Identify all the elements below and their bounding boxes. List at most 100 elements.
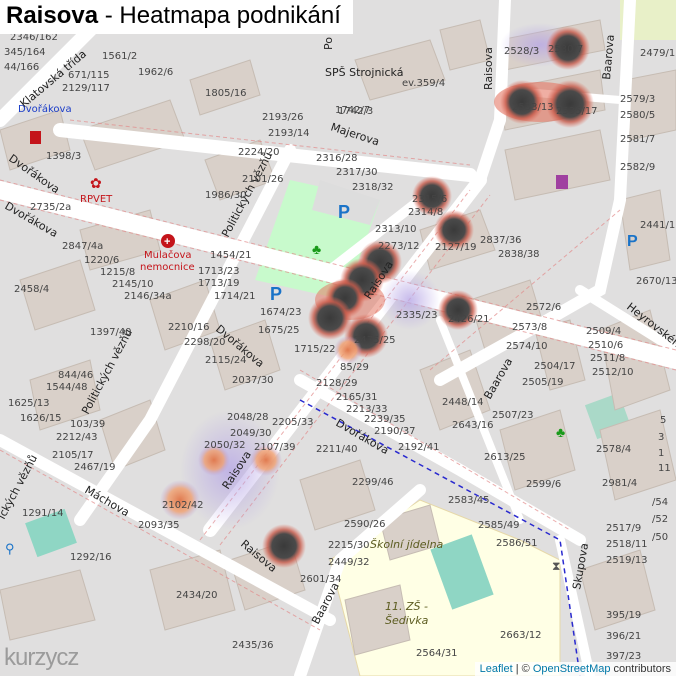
house-number: 2517/9	[606, 523, 641, 534]
house-number: 1291/14	[22, 508, 64, 519]
house-number: 2102/42	[162, 500, 204, 511]
house-number: 2735/2a	[30, 202, 71, 213]
veterinary-icon[interactable]: ✿	[90, 175, 102, 191]
house-number: 1215/8	[100, 267, 135, 278]
house-number: 2146/34a	[124, 291, 172, 302]
house-number: 3	[658, 432, 664, 443]
house-number: 2190/37	[374, 426, 416, 437]
house-number: 2115/24	[205, 355, 247, 366]
logo-text: kurzy	[4, 644, 57, 671]
house-number: 397/23	[606, 651, 641, 662]
house-number: 2145/10	[112, 279, 154, 290]
house-number: 2586/51	[496, 538, 538, 549]
house-number: 2837/36	[480, 235, 522, 246]
house-number: 2475/25	[354, 335, 396, 346]
house-number: 2509/4	[586, 326, 621, 337]
house-number: 2313/10	[375, 224, 417, 235]
house-number: 2518/11	[606, 539, 648, 550]
page-title: Raisova - Heatmapa podnikání	[0, 0, 353, 34]
house-number: 2165/31	[336, 392, 378, 403]
map-attribution: Leaflet | © OpenStreetMap contributors	[474, 662, 676, 676]
house-number: 2315/6	[412, 194, 447, 205]
house-number: 2441/11	[640, 220, 676, 231]
parking-icon[interactable]: P	[338, 202, 350, 222]
house-number: 2299/46	[352, 477, 394, 488]
house-number: 2050/32	[204, 440, 246, 451]
hospital-cross: +	[164, 236, 170, 248]
osm-link[interactable]: OpenStreetMap	[533, 663, 611, 675]
leaflet-link[interactable]: Leaflet	[480, 663, 513, 675]
house-number: 2599/6	[526, 479, 561, 490]
house-number: 2105/17	[52, 450, 94, 461]
house-number: 2981/4	[602, 478, 637, 489]
house-number: 1626/15	[20, 413, 62, 424]
hourglass-icon: ⧗	[552, 559, 560, 573]
house-number: 2505/19	[522, 377, 564, 388]
house-number: 2510/6	[588, 340, 623, 351]
logo-cz: cz	[56, 644, 79, 671]
house-number: 2467/19	[74, 462, 116, 473]
house-number: 1561/2	[102, 51, 137, 62]
house-number: 2434/20	[176, 590, 218, 601]
shop-icon[interactable]	[556, 175, 568, 189]
house-number: /54	[652, 497, 668, 508]
house-number: /50	[652, 532, 668, 543]
street-po: Po	[322, 37, 335, 50]
kurzy-logo[interactable]: kurzycz	[4, 644, 79, 672]
house-number: 2663/12	[500, 630, 542, 641]
house-number: 345/164	[4, 47, 46, 58]
house-number: 2210/16	[168, 322, 210, 333]
house-number: 1715/22	[294, 344, 336, 355]
house-number: 2564/31	[416, 648, 458, 659]
house-number: 2049/30	[230, 428, 272, 439]
house-number: 2317/30	[336, 167, 378, 178]
place-zs-1: 11. ZŠ -	[385, 600, 428, 613]
pharmacy-icon[interactable]	[30, 131, 41, 144]
house-number: /52	[652, 514, 668, 525]
bicycle-icon: ⚲	[5, 541, 15, 556]
place-nemocnice-2: nemocnice	[140, 262, 195, 273]
house-number: 2449/32	[328, 557, 370, 568]
playground-icon: ♣	[556, 424, 565, 440]
house-number: 1962/6	[138, 67, 173, 78]
house-number: 2335/23	[396, 310, 438, 321]
house-number: 395/19	[606, 610, 641, 621]
parking-icon[interactable]: P	[627, 233, 638, 250]
parking-icon[interactable]: P	[270, 284, 282, 304]
house-number: 2528/3	[504, 46, 539, 57]
house-number: 2192/41	[398, 442, 440, 453]
house-number: 2273/12	[378, 241, 420, 252]
house-number: 2215/30	[328, 540, 370, 551]
house-number: 1397/40	[90, 327, 132, 338]
house-number: 1675/25	[258, 325, 300, 336]
house-number: 1714/21	[214, 291, 256, 302]
house-number: 1398/3	[46, 151, 81, 162]
house-number: 2127/19	[435, 242, 477, 253]
house-number: 1292/16	[70, 552, 112, 563]
house-number: 2093/35	[138, 520, 180, 531]
house-number: 2193/26	[262, 112, 304, 123]
house-number: 1986/30	[205, 190, 247, 201]
map-svg: P P P ♣ ♣ + ✿ ⧗ ⚲ Raisova Raisova Raisov…	[0, 0, 676, 676]
house-number: 2298/20	[184, 337, 226, 348]
house-number: 2048/28	[227, 412, 269, 423]
house-number: 2601/34	[300, 574, 342, 585]
house-number: 2519/13	[606, 555, 648, 566]
house-number: 2479/1	[640, 48, 675, 59]
house-number: 103/39	[70, 419, 105, 430]
title-rest: - Heatmapa podnikání	[98, 2, 341, 29]
house-number: 2101/26	[242, 174, 284, 185]
house-number: 2507/23	[492, 410, 534, 421]
house-number: 396/21	[606, 631, 641, 642]
house-number: 2582/9	[620, 162, 655, 173]
house-number: 2129/117	[62, 83, 110, 94]
house-number: 2581/7	[620, 134, 655, 145]
house-number: 2585/49	[478, 520, 520, 531]
street-raisova: Raisova	[482, 47, 495, 90]
map-canvas[interactable]: P P P ♣ ♣ + ✿ ⧗ ⚲ Raisova Raisova Raisov…	[0, 0, 676, 676]
house-number: 1713/19	[198, 278, 240, 289]
house-number: 2224/20	[238, 147, 280, 158]
house-number: 2426/21	[448, 314, 490, 325]
house-number: 2448/14	[442, 397, 484, 408]
house-number: 2037/30	[232, 375, 274, 386]
